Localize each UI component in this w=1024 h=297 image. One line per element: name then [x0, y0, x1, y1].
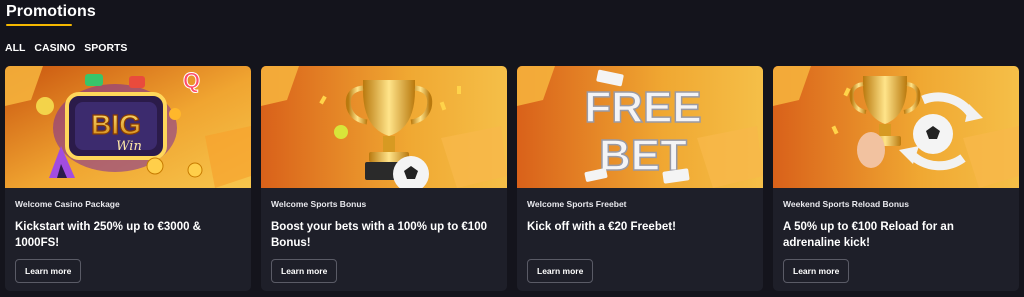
promotions-grid: BIG Win Q Welcome Casino Package Kicksta…	[5, 66, 1019, 291]
filter-tab-casino[interactable]: CASINO	[34, 42, 75, 54]
promo-tag: Welcome Sports Freebet	[527, 199, 627, 209]
learn-more-button[interactable]: Learn more	[527, 259, 594, 283]
win-sign-text: Win	[116, 139, 142, 154]
page-title: Promotions	[6, 3, 96, 20]
promo-tag: Welcome Sports Bonus	[271, 199, 367, 209]
promo-banner-reload	[773, 66, 1019, 188]
promo-card-sports-freebet[interactable]: FREE BET Welcome Sports Freebet Kick off…	[517, 66, 763, 291]
learn-more-button[interactable]: Learn more	[271, 259, 338, 283]
filter-tab-all[interactable]: ALL	[5, 42, 25, 54]
promo-banner-trophy	[261, 66, 507, 188]
promo-banner-big-win: BIG Win Q	[5, 66, 251, 188]
big-win-sign-text: BIG	[91, 109, 141, 140]
svg-text:Q: Q	[183, 68, 200, 93]
promo-card-casino-welcome[interactable]: BIG Win Q Welcome Casino Package Kicksta…	[5, 66, 251, 291]
free-text: FREE	[584, 83, 701, 132]
promo-card-sports-welcome[interactable]: Welcome Sports Bonus Boost your bets wit…	[261, 66, 507, 291]
learn-more-button[interactable]: Learn more	[15, 259, 82, 283]
filter-tabs: ALL CASINO SPORTS	[5, 42, 127, 54]
promo-title: Boost your bets with a 100% up to €100 B…	[271, 221, 487, 249]
learn-more-button[interactable]: Learn more	[783, 259, 850, 283]
promo-banner-free-bet: FREE BET	[517, 66, 763, 188]
promo-title: Kick off with a €20 Freebet!	[527, 221, 676, 233]
promo-card-weekend-reload[interactable]: Weekend Sports Reload Bonus A 50% up to …	[773, 66, 1019, 291]
promo-title: Kickstart with 250% up to €3000 & 1000FS…	[15, 221, 201, 249]
promo-title: A 50% up to €100 Reload for an adrenalin…	[783, 221, 954, 249]
title-underline	[6, 24, 72, 26]
promo-tag: Weekend Sports Reload Bonus	[783, 199, 909, 209]
page-header: Promotions	[6, 2, 96, 26]
filter-tab-sports[interactable]: SPORTS	[84, 42, 127, 54]
promo-tag: Welcome Casino Package	[15, 199, 120, 209]
